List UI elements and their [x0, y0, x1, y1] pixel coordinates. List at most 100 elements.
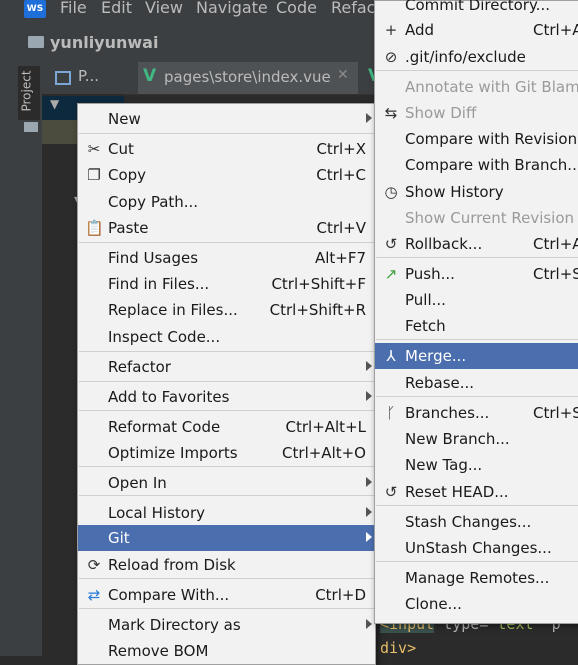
ctx-item-paste[interactable]: 📋 Paste Ctrl+V	[78, 215, 375, 241]
git-item-new-branch[interactable]: New Branch...	[375, 426, 578, 452]
ctx-item-reload-from-disk[interactable]: ⟳ Reload from Disk	[78, 552, 375, 578]
folder-icon	[28, 36, 44, 48]
menu-separator	[79, 242, 374, 243]
menu-item-label: Clone...	[405, 595, 462, 613]
webstorm-logo: WS	[24, 0, 46, 18]
git-item-add[interactable]: + Add Ctrl+A	[375, 17, 578, 43]
menu-code[interactable]: Code	[276, 0, 317, 17]
submenu-arrow-icon	[366, 361, 372, 371]
reset-icon: ↺	[384, 483, 398, 501]
vue-icon: V	[143, 66, 157, 86]
project-tool-tab-label[interactable]: Project	[20, 70, 34, 111]
ctx-item-inspect-code[interactable]: Inspect Code...	[78, 324, 375, 350]
ctx-item-optimize-imports[interactable]: Optimize Imports Ctrl+Alt+O	[78, 440, 375, 466]
git-item-compare-with-branch[interactable]: Compare with Branch...	[375, 152, 578, 178]
menu-separator	[79, 578, 374, 579]
ctx-item-replace-in-files[interactable]: Replace in Files... Ctrl+Shift+R	[78, 297, 375, 323]
ctx-item-git[interactable]: Git	[78, 525, 375, 551]
menu-item-label: Find Usages	[108, 249, 199, 267]
menu-item-label: New Tag...	[405, 456, 483, 474]
git-item-compare-with-revision[interactable]: Compare with Revision...	[375, 126, 578, 152]
menu-separator	[79, 381, 374, 382]
menu-item-label: Show Diff	[405, 104, 477, 122]
expand-arrow-icon[interactable]: ▼	[50, 97, 59, 111]
git-item-git-info-exclude[interactable]: ⊘ .git/info/exclude	[375, 44, 578, 70]
menu-navigate[interactable]: Navigate	[196, 0, 268, 17]
menu-item-label: Pull...	[405, 291, 446, 309]
menu-item-shortcut: Ctrl+Sh	[533, 404, 578, 422]
ctx-item-compare-with[interactable]: ⇄ Compare With... Ctrl+D	[78, 582, 375, 608]
menu-separator	[79, 133, 374, 134]
ctx-item-refactor[interactable]: Refactor	[78, 354, 375, 380]
submenu-arrow-icon	[366, 619, 372, 629]
menu-item-label: Optimize Imports	[108, 444, 238, 462]
menu-item-shortcut: Ctrl+A	[533, 235, 578, 253]
git-item-show-history[interactable]: ◷ Show History	[375, 179, 578, 205]
close-icon[interactable]: ✕	[337, 67, 349, 83]
menu-item-label: Commit Directory...	[405, 0, 550, 14]
ctx-item-cut[interactable]: ✂ Cut Ctrl+X	[78, 136, 375, 162]
git-item-show-diff[interactable]: ⇆ Show Diff	[375, 100, 578, 126]
menu-item-label: Compare With...	[108, 586, 230, 604]
history-icon: ◷	[384, 183, 398, 201]
menu-edit[interactable]: Edit	[101, 0, 132, 17]
ctx-item-open-in[interactable]: Open In	[78, 470, 375, 496]
submenu-arrow-icon	[366, 477, 372, 487]
submenu-arrow-icon	[366, 532, 372, 542]
menu-item-label: Find in Files...	[108, 275, 210, 293]
tab-file-label[interactable]: pages\store\index.vue	[164, 68, 331, 86]
menu-item-label: Remove BOM	[108, 642, 209, 660]
ctx-item-copy-path[interactable]: Copy Path...	[78, 189, 375, 215]
git-item-merge[interactable]: ⅄ Merge...	[375, 343, 578, 369]
menu-item-label: Refactor	[108, 358, 171, 376]
reload-icon: ⟳	[87, 556, 101, 574]
push-icon: ↗	[384, 265, 398, 283]
menu-item-label: Branches...	[405, 404, 490, 422]
git-item-pull[interactable]: Pull...	[375, 287, 578, 313]
project-breadcrumb[interactable]: yunliyunwai	[50, 33, 158, 52]
menu-item-label: .git/info/exclude	[405, 48, 526, 66]
git-item-manage-remotes[interactable]: Manage Remotes...	[375, 565, 578, 591]
folder-icon	[24, 122, 38, 132]
git-item-clone[interactable]: Clone...	[375, 591, 578, 617]
menu-item-shortcut: Ctrl+Shi	[533, 265, 578, 283]
ctx-item-reformat-code[interactable]: Reformat Code Ctrl+Alt+L	[78, 414, 375, 440]
ctx-item-remove-bom[interactable]: Remove BOM	[78, 638, 375, 664]
git-item-show-current-revision[interactable]: Show Current Revision	[375, 205, 578, 231]
menu-item-label: Git	[108, 529, 130, 547]
menu-item-shortcut: Ctrl+D	[315, 586, 366, 604]
git-item-reset-head[interactable]: ↺ Reset HEAD...	[375, 479, 578, 505]
git-item-rollback[interactable]: ↺ Rollback... Ctrl+A	[375, 231, 578, 257]
ctx-item-copy[interactable]: ❐ Copy Ctrl+C	[78, 162, 375, 188]
git-item-push[interactable]: ↗ Push... Ctrl+Shi	[375, 261, 578, 287]
ctx-item-add-to-favorites[interactable]: Add to Favorites	[78, 384, 375, 410]
paste-icon: 📋	[85, 219, 104, 237]
git-item-rebase[interactable]: Rebase...	[375, 370, 578, 396]
ctx-item-local-history[interactable]: Local History	[78, 500, 375, 526]
window-icon	[55, 71, 71, 85]
ctx-item-mark-directory-as[interactable]: Mark Directory as	[78, 612, 375, 638]
git-item-annotate-with-git-blame[interactable]: Annotate with Git Blame	[375, 74, 578, 100]
submenu-arrow-icon	[366, 391, 372, 401]
ctx-item-find-usages[interactable]: Find Usages Alt+F7	[78, 245, 375, 271]
code-line[interactable]: div>	[380, 639, 416, 657]
git-submenu: Commit Directory... + Add Ctrl+A ⊘ .git/info/…	[374, 0, 578, 624]
git-item-fetch[interactable]: Fetch	[375, 313, 578, 339]
menu-separator	[376, 70, 578, 71]
context-menu: New ✂ Cut Ctrl+X ❐ Copy Ctrl+C Copy Path... 📋 Pas…	[77, 103, 376, 665]
git-item-stash-changes[interactable]: Stash Changes...	[375, 509, 578, 535]
git-item-commit-directory[interactable]: Commit Directory...	[375, 0, 578, 18]
menu-separator	[79, 466, 374, 467]
git-item-branches[interactable]: ᚴ Branches... Ctrl+Sh	[375, 400, 578, 426]
menu-file[interactable]: File	[60, 0, 87, 17]
branch-icon: ᚴ	[386, 404, 396, 422]
git-item-unstash-changes[interactable]: UnStash Changes...	[375, 535, 578, 561]
menu-view[interactable]: View	[145, 0, 183, 17]
submenu-arrow-icon	[366, 113, 372, 123]
menu-item-shortcut: Ctrl+C	[316, 166, 366, 184]
ctx-item-new[interactable]: New	[78, 106, 375, 132]
ctx-item-find-in-files[interactable]: Find in Files... Ctrl+Shift+F	[78, 271, 375, 297]
tab-project-collapsed[interactable]: P...	[78, 67, 99, 85]
git-item-new-tag[interactable]: New Tag...	[375, 452, 578, 478]
menu-item-label: Show Current Revision	[405, 209, 575, 227]
